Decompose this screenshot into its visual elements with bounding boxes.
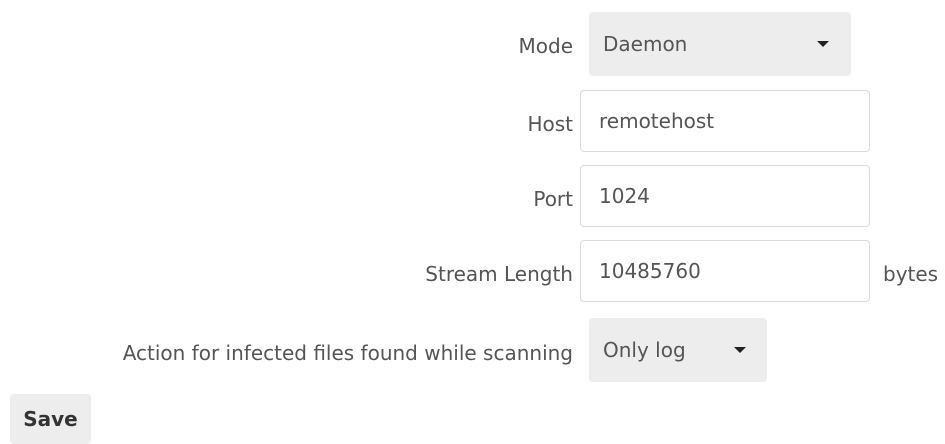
port-input[interactable]: [580, 165, 870, 227]
save-button[interactable]: Save: [10, 394, 91, 444]
host-input[interactable]: [580, 90, 870, 152]
mode-label: Mode: [518, 34, 574, 58]
stream-length-unit: bytes: [883, 262, 939, 286]
mode-select-value: Daemon: [603, 32, 688, 56]
infected-action-select-value: Only log: [603, 338, 686, 362]
host-label: Host: [527, 112, 573, 136]
stream-length-label: Stream Length: [425, 262, 573, 286]
caret-down-icon: [817, 41, 829, 47]
infected-action-select[interactable]: Only log: [589, 318, 767, 382]
mode-select[interactable]: Daemon: [589, 12, 851, 76]
port-label: Port: [533, 187, 573, 211]
caret-down-icon: [734, 347, 746, 353]
stream-length-input[interactable]: [580, 240, 870, 302]
infected-action-label: Action for infected files found while sc…: [122, 341, 573, 365]
